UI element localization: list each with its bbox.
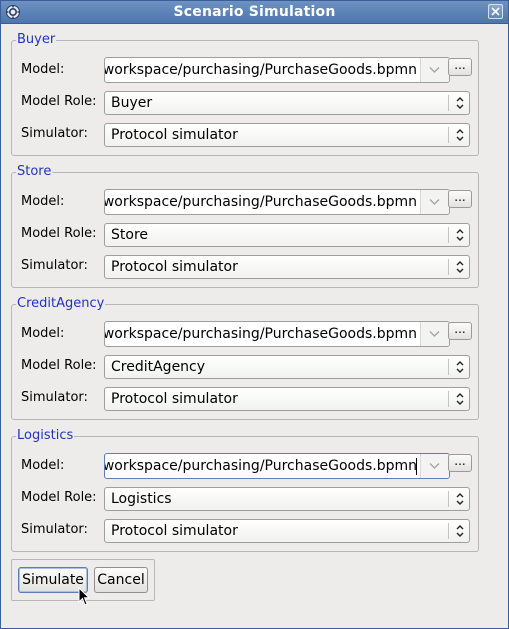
simulator-label: Simulator:: [21, 126, 88, 141]
model-path-value: e/workspace/purchasing/PurchaseGoods.bpm…: [104, 458, 417, 474]
chevron-down-icon: [429, 330, 440, 338]
model-dropdown-button[interactable]: [420, 190, 449, 214]
model-role-select[interactable]: CreditAgency: [104, 355, 470, 379]
model-label: Model:: [21, 458, 65, 473]
simulator-select[interactable]: Protocol simulator: [104, 255, 470, 279]
chevron-down-icon: [429, 462, 440, 470]
browse-model-button[interactable]: ...: [448, 322, 472, 340]
updown-arrows-icon: [456, 361, 464, 373]
model-role-select[interactable]: Logistics: [104, 487, 470, 511]
updown-arrows-icon: [456, 493, 464, 505]
close-icon: [491, 7, 500, 16]
browse-model-button[interactable]: ...: [448, 454, 472, 472]
simulator-value: Protocol simulator: [111, 259, 238, 275]
model-role-value: Buyer: [111, 95, 153, 111]
chevron-down-icon: [429, 198, 440, 206]
model-role-label: Model Role:: [21, 226, 97, 241]
updown-arrows-icon: [456, 393, 464, 405]
model-path-value: e/workspace/purchasing/PurchaseGoods.bpm…: [104, 62, 417, 78]
model-role-value: Store: [111, 227, 149, 243]
simulator-select[interactable]: Protocol simulator: [104, 123, 470, 147]
browse-model-button[interactable]: ...: [448, 190, 472, 208]
updown-arrows-icon: [456, 229, 464, 241]
model-role-label: Model Role:: [21, 490, 97, 505]
model-dropdown-button[interactable]: [420, 322, 449, 346]
updown-arrows-icon: [456, 97, 464, 109]
text-caret: [416, 458, 417, 475]
close-button[interactable]: [488, 4, 503, 19]
model-role-label: Model Role:: [21, 358, 97, 373]
model-path-value: e/workspace/purchasing/PurchaseGoods.bpm…: [104, 326, 417, 342]
simulator-label: Simulator:: [21, 522, 88, 537]
group-creditagency: CreditAgency Model: e/workspace/purchasi…: [11, 296, 479, 420]
model-dropdown-button[interactable]: [420, 58, 449, 82]
model-path-combo[interactable]: e/workspace/purchasing/PurchaseGoods.bpm…: [104, 189, 450, 215]
mouse-pointer-icon: [78, 587, 90, 606]
model-label: Model:: [21, 194, 65, 209]
group-title: Store: [16, 164, 53, 180]
model-role-value: CreditAgency: [111, 359, 206, 375]
model-role-select[interactable]: Buyer: [104, 91, 470, 115]
model-path-combo[interactable]: e/workspace/purchasing/PurchaseGoods.bpm…: [104, 321, 450, 347]
model-path-combo[interactable]: e/workspace/purchasing/PurchaseGoods.bpm…: [104, 453, 450, 479]
title-bar[interactable]: Scenario Simulation: [1, 1, 508, 24]
scenario-simulation-dialog: Scenario Simulation Buyer Model: e/works…: [0, 0, 509, 629]
model-path-combo[interactable]: e/workspace/purchasing/PurchaseGoods.bpm…: [104, 57, 450, 83]
simulator-label: Simulator:: [21, 390, 88, 405]
model-path-value: e/workspace/purchasing/PurchaseGoods.bpm…: [104, 194, 417, 210]
simulator-select[interactable]: Protocol simulator: [104, 387, 470, 411]
simulator-value: Protocol simulator: [111, 523, 238, 539]
simulator-value: Protocol simulator: [111, 127, 238, 143]
model-dropdown-button[interactable]: [420, 454, 449, 478]
group-title: Logistics: [16, 428, 75, 444]
browse-model-button[interactable]: ...: [448, 58, 472, 76]
group-logistics: Logistics Model: e/workspace/purchasing/…: [11, 428, 479, 552]
window-title: Scenario Simulation: [173, 4, 336, 20]
model-label: Model:: [21, 326, 65, 341]
updown-arrows-icon: [456, 261, 464, 273]
group-title: CreditAgency: [16, 296, 106, 312]
simulator-value: Protocol simulator: [111, 391, 238, 407]
model-role-label: Model Role:: [21, 94, 97, 109]
model-role-select[interactable]: Store: [104, 223, 470, 247]
group-buyer: Buyer Model: e/workspace/purchasing/Purc…: [11, 32, 479, 156]
model-label: Model:: [21, 62, 65, 77]
chevron-down-icon: [429, 66, 440, 74]
model-role-value: Logistics: [111, 491, 172, 507]
simulator-label: Simulator:: [21, 258, 88, 273]
cancel-button[interactable]: Cancel: [94, 567, 148, 593]
group-title: Buyer: [16, 32, 57, 48]
updown-arrows-icon: [456, 129, 464, 141]
simulator-select[interactable]: Protocol simulator: [104, 519, 470, 543]
updown-arrows-icon: [456, 525, 464, 537]
group-store: Store Model: e/workspace/purchasing/Purc…: [11, 164, 479, 288]
